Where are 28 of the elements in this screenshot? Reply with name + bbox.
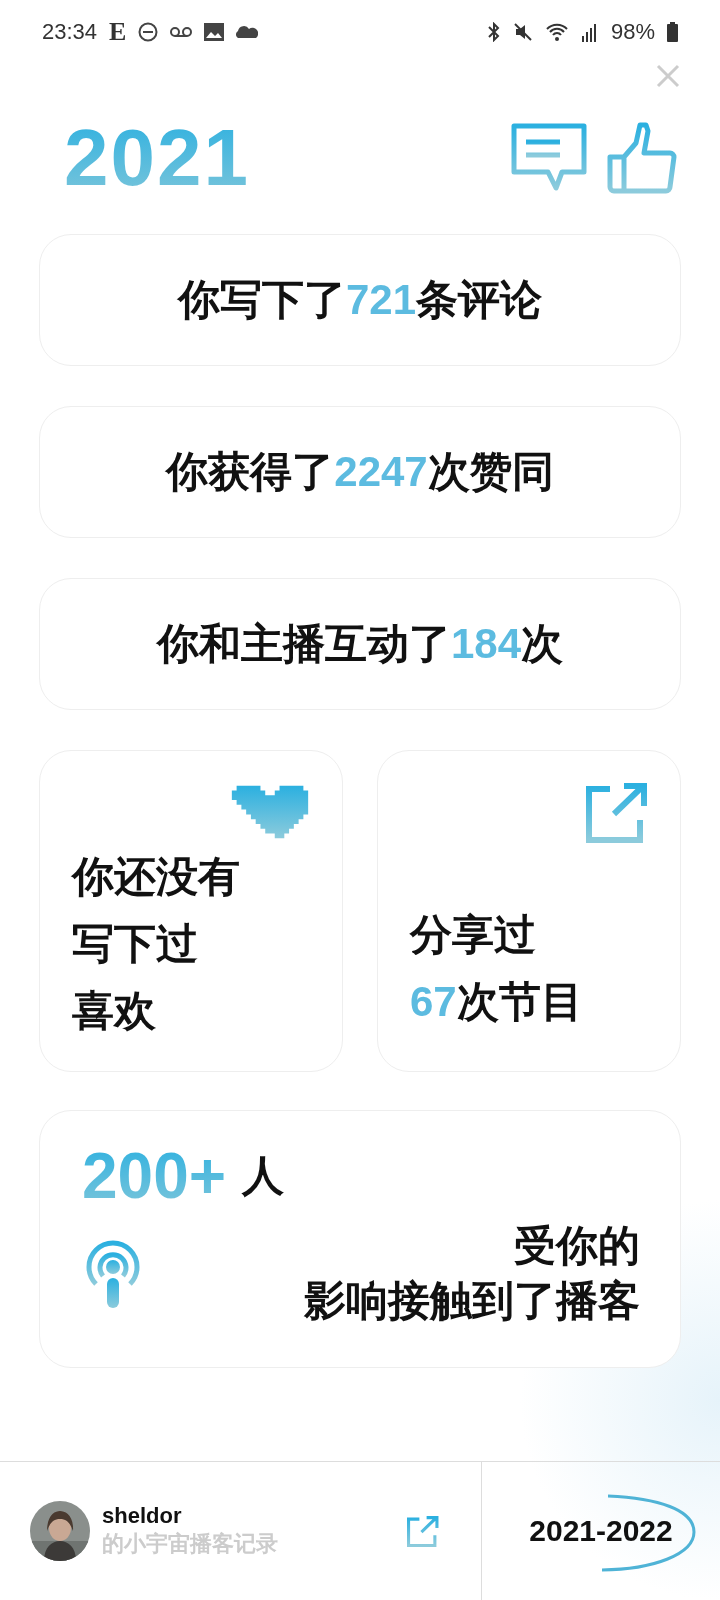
signal-icon [580,22,599,42]
tile-text: 分享过 [410,909,537,960]
tile-text: 写下过 [72,919,199,970]
tile-text: 67次节目 [410,976,584,1027]
share-icon [586,781,648,843]
cloud-icon [236,26,259,38]
stat-text: 你和主播互动了184次 [156,619,564,669]
stat-text: 你写下了721条评论 [177,275,543,325]
year-range-button[interactable]: 2021-2022 [529,1514,673,1548]
do-not-disturb-icon [138,22,159,42]
reach-text: 影响接触到了播客 [304,1275,640,1326]
image-icon [204,23,225,41]
username: sheldor [102,1503,183,1529]
stat-text: 你获得了2247次赞同 [166,447,554,497]
voicemail-icon [170,26,193,38]
tile-text: 你还没有 [72,852,241,902]
reach-text: 受你的 [514,1221,640,1271]
battery-icon [667,22,678,42]
clock: 23:34 [42,19,98,45]
app-notification-letter: E [109,17,127,47]
share-icon[interactable] [407,1515,439,1547]
reach-unit: 人 [242,1151,285,1201]
bluetooth-icon [486,22,501,42]
wifi-icon [544,22,569,42]
battery-percentage: 98% [610,19,655,45]
close-icon[interactable] [656,64,680,88]
tile-text: 喜欢 [72,986,157,1037]
muted-speaker-icon [512,22,533,42]
